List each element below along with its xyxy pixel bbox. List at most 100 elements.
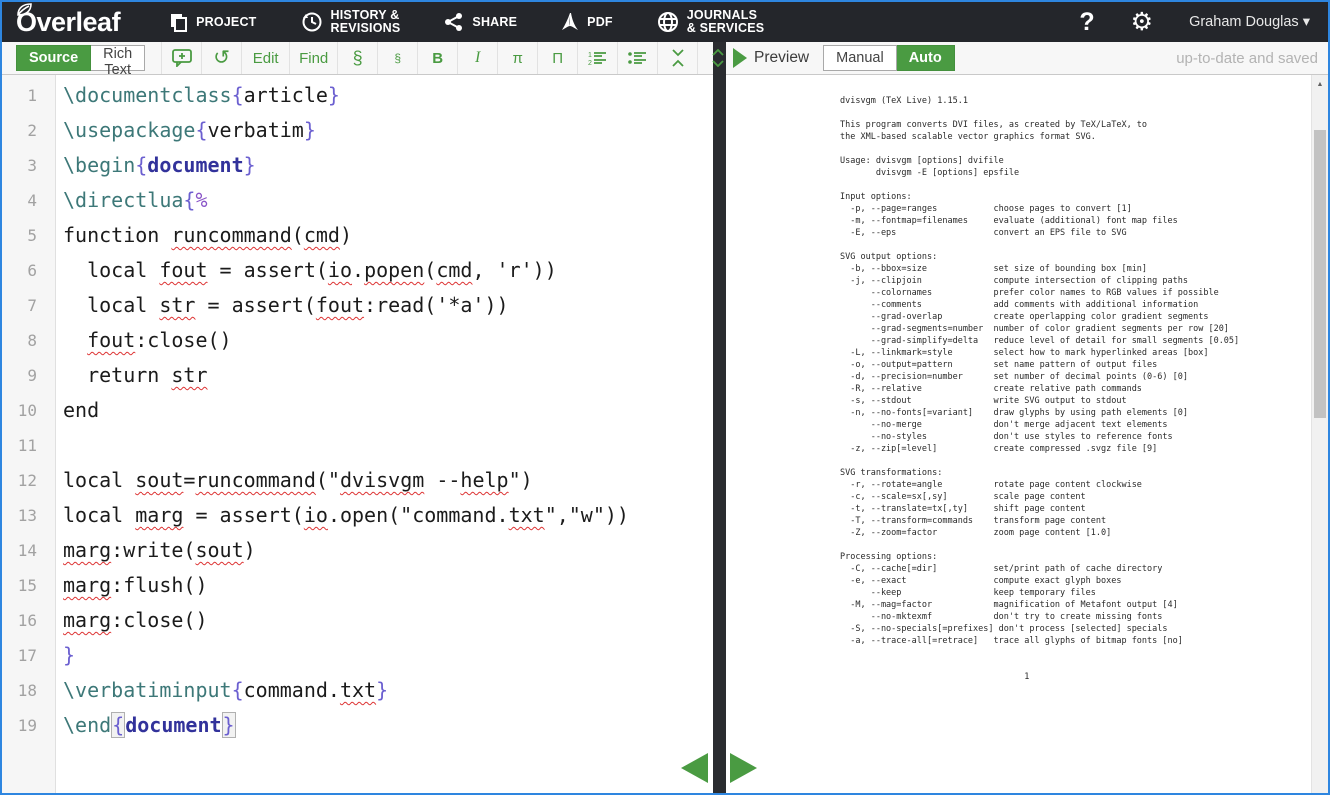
svg-text:2: 2 bbox=[588, 60, 592, 66]
preview-label: Preview bbox=[754, 49, 809, 67]
code-segment: :close() bbox=[135, 328, 231, 352]
code-line[interactable]: local str = assert(fout:read('*a')) bbox=[63, 288, 713, 323]
menu-journals-services[interactable]: JOURNALS & SERVICES bbox=[657, 9, 765, 35]
menu-share-label: SHARE bbox=[472, 16, 517, 29]
code-line[interactable] bbox=[63, 428, 713, 463]
code-line[interactable]: marg:close() bbox=[63, 603, 713, 638]
share-icon bbox=[444, 12, 464, 32]
svg-text:1: 1 bbox=[588, 52, 592, 59]
code-segment: ") bbox=[509, 468, 533, 492]
code-segment: { bbox=[232, 678, 244, 702]
italic-button[interactable]: I bbox=[457, 42, 497, 74]
code-segment: % bbox=[195, 188, 207, 212]
code-segment: cmd bbox=[304, 223, 340, 247]
numbered-list-button[interactable]: 1 2 bbox=[577, 42, 617, 74]
code-segment: } bbox=[304, 118, 316, 142]
help-icon[interactable]: ? bbox=[1079, 8, 1094, 37]
code-segment: runcommand bbox=[171, 223, 291, 247]
code-segment: str bbox=[171, 363, 207, 387]
line-number: 19 bbox=[2, 708, 37, 743]
top-header: Overleaf PROJECT HISTORY & REVISIONS bbox=[2, 2, 1328, 42]
code-line[interactable]: fout:close() bbox=[63, 323, 713, 358]
globe-icon bbox=[657, 11, 679, 33]
code-line[interactable]: \usepackage{verbatim} bbox=[63, 113, 713, 148]
expand-icon bbox=[710, 49, 726, 67]
code-segment bbox=[63, 328, 87, 352]
header-menu: PROJECT HISTORY & REVISIONS SHARE bbox=[168, 9, 764, 35]
project-icon bbox=[168, 12, 188, 32]
code-line[interactable]: marg:write(sout) bbox=[63, 533, 713, 568]
collapse-lines-button[interactable] bbox=[657, 42, 697, 74]
code-line[interactable]: \documentclass{article} bbox=[63, 78, 713, 113]
menu-share[interactable]: SHARE bbox=[444, 12, 517, 32]
menu-project[interactable]: PROJECT bbox=[168, 12, 256, 32]
scroll-up-arrow-icon[interactable]: ▲ bbox=[1312, 75, 1328, 93]
manual-auto-toggle: Manual Auto bbox=[823, 45, 955, 71]
subsection-button[interactable]: § bbox=[377, 42, 417, 74]
code-line[interactable]: return str bbox=[63, 358, 713, 393]
line-number: 6 bbox=[2, 253, 37, 288]
code-line[interactable]: \verbatiminput{command.txt} bbox=[63, 673, 713, 708]
code-segment: fout bbox=[316, 293, 364, 317]
gear-icon[interactable]: ⚙ bbox=[1131, 10, 1153, 35]
bold-button[interactable]: B bbox=[417, 42, 457, 74]
auto-button[interactable]: Auto bbox=[897, 45, 955, 71]
code-segment: document bbox=[147, 153, 243, 177]
menu-pdf[interactable]: PDF bbox=[561, 11, 613, 33]
code-line[interactable]: \end{document} bbox=[63, 708, 713, 743]
menu-pdf-label: PDF bbox=[587, 16, 613, 29]
overleaf-logo[interactable]: Overleaf bbox=[16, 7, 120, 38]
code-line[interactable]: \begin{document} bbox=[63, 148, 713, 183]
code-line[interactable]: local fout = assert(io.popen(cmd, 'r')) bbox=[63, 253, 713, 288]
code-lines[interactable]: \documentclass{article}\usepackage{verba… bbox=[56, 75, 713, 793]
editor-bottom-collapse-arrow[interactable] bbox=[681, 753, 708, 783]
manual-button[interactable]: Manual bbox=[823, 45, 897, 71]
source-button[interactable]: Source bbox=[16, 45, 91, 71]
code-segment: help bbox=[460, 468, 508, 492]
pane-divider[interactable] bbox=[713, 42, 726, 793]
section-button[interactable]: § bbox=[337, 42, 377, 74]
code-segment: document bbox=[125, 713, 221, 737]
code-segment: dvisvgm bbox=[340, 468, 424, 492]
pdf-preview[interactable]: dvisvgm (TeX Live) 1.15.1 This program c… bbox=[726, 75, 1328, 793]
code-segment: \end bbox=[63, 713, 111, 737]
preview-pane: Preview Manual Auto up-to-date and saved… bbox=[726, 42, 1328, 793]
line-number: 8 bbox=[2, 323, 37, 358]
recompile-play-icon[interactable] bbox=[733, 48, 747, 68]
pdf-scrollbar[interactable]: ▲ bbox=[1311, 75, 1328, 793]
editor-toolbar: Source Rich Text ↺ Edit Find § § B I π Π bbox=[2, 42, 713, 75]
header-right: ? ⚙ Graham Douglas ▾ bbox=[1079, 8, 1310, 37]
rich-text-button[interactable]: Rich Text bbox=[91, 45, 145, 71]
code-segment: local bbox=[63, 293, 159, 317]
code-segment: popen bbox=[364, 258, 424, 282]
code-segment: } bbox=[376, 678, 388, 702]
code-line[interactable]: function runcommand(cmd) bbox=[63, 218, 713, 253]
code-segment: \verbatiminput bbox=[63, 678, 232, 702]
code-line[interactable]: local marg = assert(io.open("command.txt… bbox=[63, 498, 713, 533]
editor-gutter: 12345678910111213141516171819 bbox=[2, 75, 56, 793]
edit-button[interactable]: Edit bbox=[241, 42, 289, 74]
find-button[interactable]: Find bbox=[289, 42, 337, 74]
code-line[interactable]: local sout=runcommand("dvisvgm --help") bbox=[63, 463, 713, 498]
code-line[interactable]: \directlua{% bbox=[63, 183, 713, 218]
code-line[interactable]: end bbox=[63, 393, 713, 428]
code-line[interactable]: } bbox=[63, 638, 713, 673]
line-number: 15 bbox=[2, 568, 37, 603]
editor-pane: Source Rich Text ↺ Edit Find § § B I π Π bbox=[2, 42, 713, 793]
display-math-button[interactable]: Π bbox=[537, 42, 577, 74]
pdf-scrollbar-thumb[interactable] bbox=[1314, 130, 1326, 418]
code-segment: function bbox=[63, 223, 171, 247]
undo-icon: ↺ bbox=[213, 48, 230, 68]
code-segment: sout bbox=[135, 468, 183, 492]
code-line[interactable]: marg:flush() bbox=[63, 568, 713, 603]
code-segment: \documentclass bbox=[63, 83, 232, 107]
line-number: 13 bbox=[2, 498, 37, 533]
add-comment-button[interactable] bbox=[161, 42, 201, 74]
inline-math-button[interactable]: π bbox=[497, 42, 537, 74]
line-number: 17 bbox=[2, 638, 37, 673]
preview-bottom-expand-arrow[interactable] bbox=[730, 753, 757, 783]
user-menu[interactable]: Graham Douglas ▾ bbox=[1189, 14, 1310, 30]
menu-history-revisions[interactable]: HISTORY & REVISIONS bbox=[301, 9, 401, 35]
undo-button[interactable]: ↺ bbox=[201, 42, 241, 74]
bullet-list-button[interactable] bbox=[617, 42, 657, 74]
